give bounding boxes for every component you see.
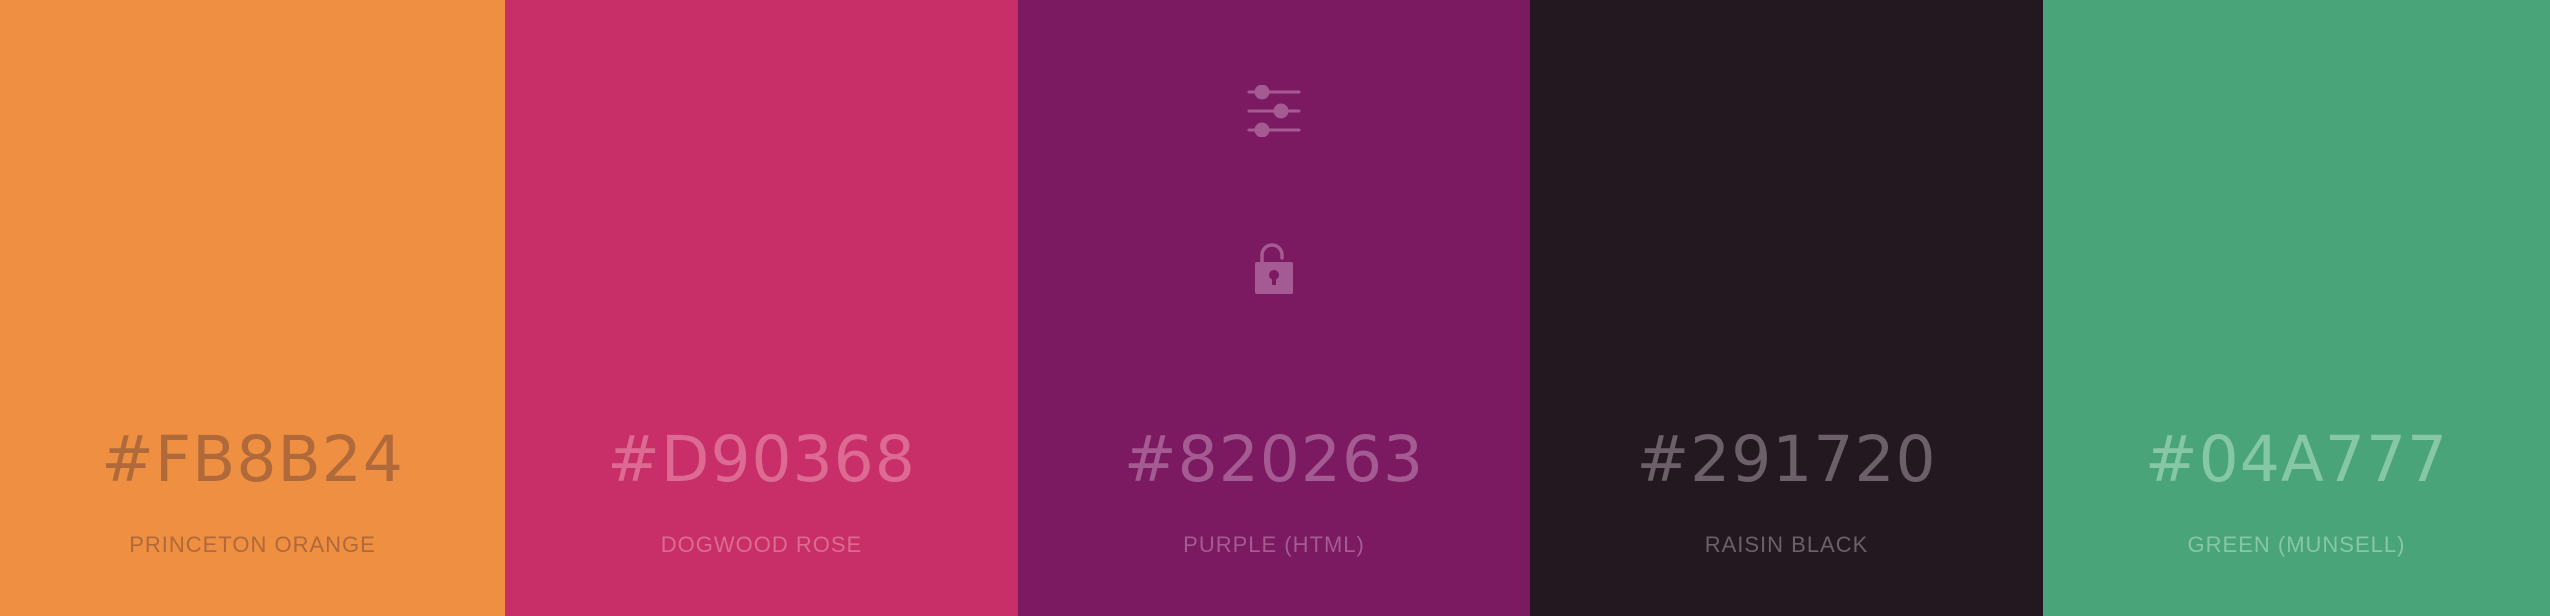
swatch-color-name[interactable]: RAISIN BLACK xyxy=(1530,530,2043,560)
unlock-icon xyxy=(1255,243,1293,294)
swatch-hex-code[interactable]: #820263 xyxy=(1018,418,1530,502)
swatch-hex-code[interactable]: #FB8B24 xyxy=(0,418,505,502)
swatch-raisin-black[interactable]: #291720 RAISIN BLACK xyxy=(1530,0,2043,616)
swatch-purple-html[interactable]: #820263 PURPLE (HTML) xyxy=(1018,0,1530,616)
adjust-shade-button[interactable] xyxy=(1246,84,1302,142)
lock-color-button[interactable] xyxy=(1252,242,1296,301)
color-palette: #FB8B24 PRINCETON ORANGE #D90368 DOGWOOD… xyxy=(0,0,2550,616)
swatch-princeton-orange[interactable]: #FB8B24 PRINCETON ORANGE xyxy=(0,0,505,616)
swatch-color-name[interactable]: PURPLE (HTML) xyxy=(1018,530,1530,560)
swatch-color-name[interactable]: DOGWOOD ROSE xyxy=(505,530,1018,560)
swatch-tools xyxy=(1246,84,1302,301)
swatch-dogwood-rose[interactable]: #D90368 DOGWOOD ROSE xyxy=(505,0,1018,616)
swatch-green-munsell[interactable]: #04A777 GREEN (MUNSELL) xyxy=(2043,0,2550,616)
swatch-hex-code[interactable]: #D90368 xyxy=(505,418,1018,502)
swatch-color-name[interactable]: PRINCETON ORANGE xyxy=(0,530,505,560)
sliders-icon xyxy=(1247,84,1301,138)
swatch-hex-code[interactable]: #291720 xyxy=(1530,418,2043,502)
swatch-color-name[interactable]: GREEN (MUNSELL) xyxy=(2043,530,2550,560)
swatch-hex-code[interactable]: #04A777 xyxy=(2043,418,2550,502)
